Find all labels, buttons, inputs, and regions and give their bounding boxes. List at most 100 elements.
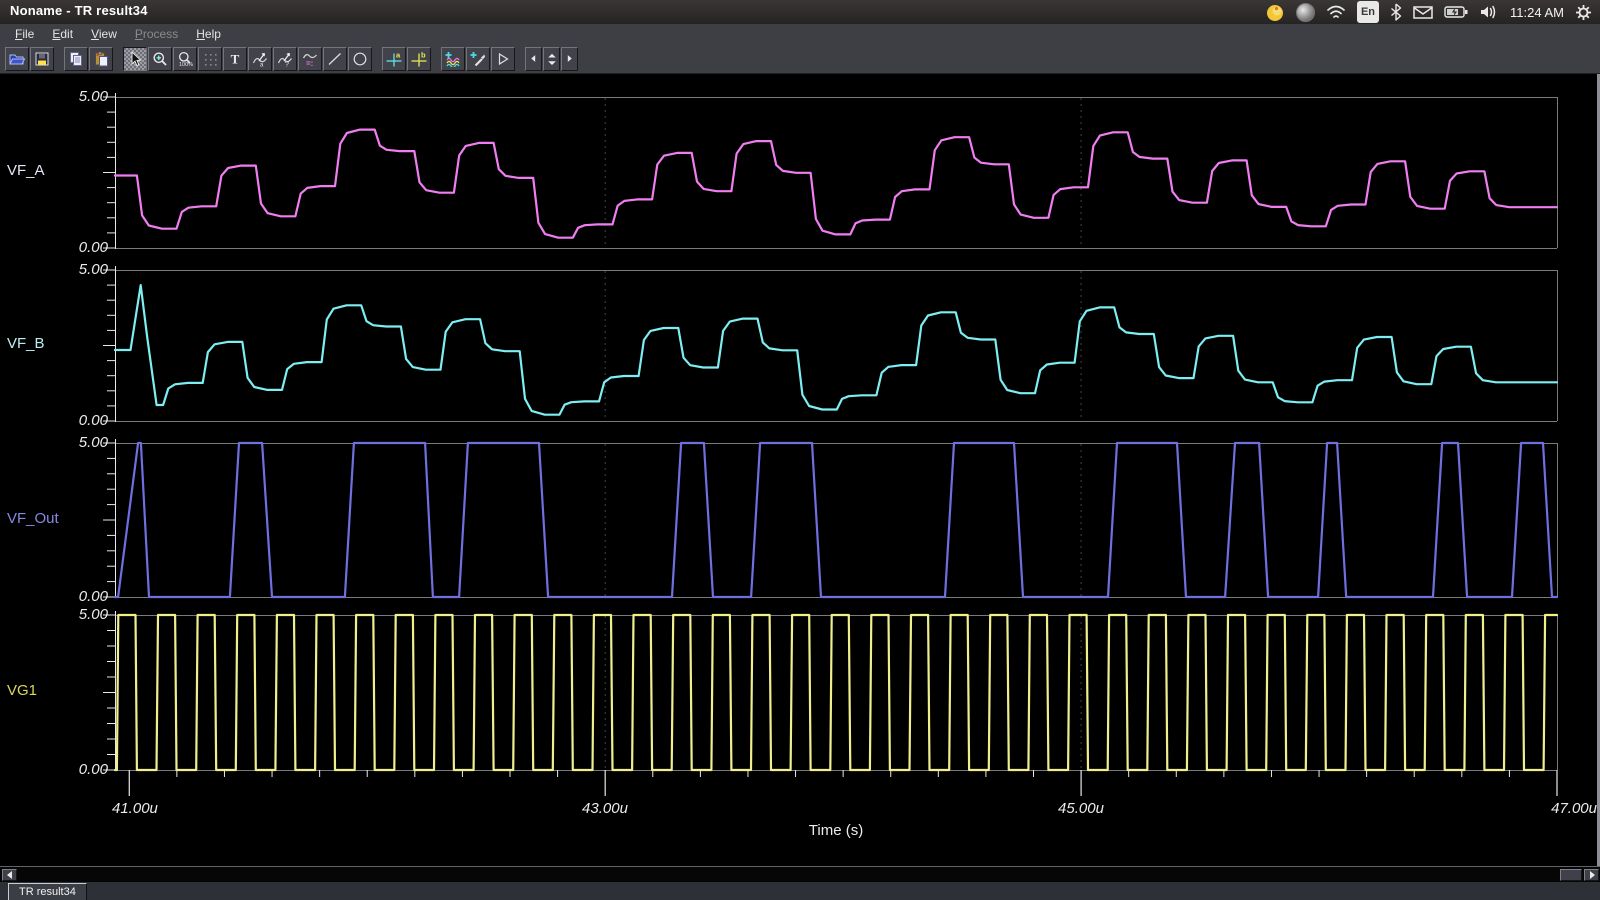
- play-icon: [495, 51, 511, 67]
- y-tick-label: 0.00: [28, 761, 108, 778]
- horizontal-scrollbar[interactable]: [0, 866, 1600, 882]
- curve-annotate-button[interactable]: a: [248, 47, 272, 71]
- cursor-b-icon: b: [411, 51, 427, 67]
- curve-annotate-icon: a: [252, 51, 268, 67]
- clock-indicator[interactable]: 11:24 AM: [1510, 2, 1564, 22]
- trace-label-vg1: VG1: [7, 682, 107, 699]
- menu-process[interactable]: Process: [126, 25, 187, 43]
- trace-label-vfout: VF_Out: [7, 510, 107, 527]
- save-button[interactable]: [30, 47, 54, 71]
- wifi-icon[interactable]: [1326, 2, 1346, 22]
- play-button[interactable]: [491, 47, 515, 71]
- mail-icon[interactable]: [1413, 2, 1433, 22]
- y-tick-label: 0.00: [28, 239, 108, 256]
- scroll-right-icon: [565, 54, 575, 64]
- sphere-icon[interactable]: [1296, 2, 1315, 22]
- toolbar-group: [5, 47, 55, 71]
- add-curves-icon: [445, 51, 461, 67]
- draw-ellipse-button[interactable]: [348, 47, 372, 71]
- trace-vf_a: [115, 130, 1557, 238]
- draw-line-icon: [327, 51, 343, 67]
- menu-edit[interactable]: Edit: [43, 25, 82, 43]
- scrollbar-right-button[interactable]: [1584, 869, 1599, 881]
- toolbar-group: 100% Ta? =:: [123, 47, 373, 71]
- toolbar: 100%Ta?=:ab: [0, 44, 1600, 74]
- menu-file[interactable]: File: [6, 25, 43, 43]
- battery-icon[interactable]: [1444, 2, 1468, 22]
- x-tick-label: 43.00u: [560, 800, 650, 817]
- scroll-spin-button[interactable]: [543, 47, 560, 71]
- svg-text:b: b: [421, 51, 426, 60]
- pick-color-icon: [470, 51, 486, 67]
- scroll-right-button[interactable]: [561, 47, 578, 71]
- paste-icon: [93, 51, 109, 67]
- text-icon: T: [227, 51, 243, 67]
- y-tick-label: 0.00: [28, 412, 108, 429]
- copy-button[interactable]: [64, 47, 88, 71]
- cursor-b-button[interactable]: b: [407, 47, 431, 71]
- app-duck-icon[interactable]: [1266, 2, 1285, 22]
- text-button[interactable]: T: [223, 47, 247, 71]
- zoom-out-button[interactable]: 100%: [173, 47, 197, 71]
- system-tray: En 11:24 AM: [1266, 0, 1592, 24]
- open-icon: [8, 51, 26, 67]
- curve-query-button[interactable]: ?: [273, 47, 297, 71]
- y-tick-label: 5.00: [28, 88, 108, 105]
- draw-line-button[interactable]: [323, 47, 347, 71]
- zoom-in-button[interactable]: [148, 47, 172, 71]
- scrollbar-left-button[interactable]: [2, 869, 17, 881]
- tab-tr-result34[interactable]: TR result34: [8, 883, 87, 900]
- menu-view[interactable]: View: [82, 25, 126, 43]
- scrollbar-thumb[interactable]: [1560, 869, 1582, 881]
- result-tab-bar: TR result34: [0, 882, 1600, 900]
- toolbar-group: [525, 47, 579, 71]
- zoom-in-icon: [152, 51, 168, 67]
- save-icon: [34, 51, 50, 67]
- draw-ellipse-icon: [352, 51, 368, 67]
- y-tick-label: 5.00: [28, 261, 108, 278]
- paste-button[interactable]: [89, 47, 113, 71]
- volume-icon[interactable]: [1479, 2, 1499, 22]
- svg-text:100%: 100%: [179, 62, 193, 67]
- toolbar-group: ab: [382, 47, 432, 71]
- svg-text:a: a: [260, 62, 264, 67]
- grid-icon: [202, 51, 218, 67]
- svg-text:a: a: [396, 51, 401, 60]
- select-cursor-button[interactable]: [123, 47, 147, 71]
- x-tick-label: 45.00u: [1036, 800, 1126, 817]
- scroll-spin-icon: [546, 49, 558, 69]
- svg-text:T: T: [231, 51, 240, 66]
- toolbar-group: [64, 47, 114, 71]
- curve-formula-icon: =:: [302, 51, 318, 67]
- scroll-left-icon: [529, 54, 539, 64]
- x-axis-title: Time (s): [736, 822, 936, 839]
- menu-bar: FileEditViewProcessHelp: [0, 24, 1600, 44]
- toolbar-group: [441, 47, 516, 71]
- scroll-left-button[interactable]: [525, 47, 542, 71]
- curve-query-icon: ?: [277, 51, 293, 67]
- y-tick-label: 5.00: [28, 606, 108, 623]
- trace-vf_b: [115, 285, 1557, 415]
- waveform-canvas[interactable]: [0, 74, 1600, 866]
- pick-color-button[interactable]: [466, 47, 490, 71]
- svg-text:?: ?: [285, 61, 289, 67]
- session-gear-icon[interactable]: [1575, 2, 1592, 22]
- select-cursor-icon: [127, 51, 143, 67]
- window-title: Noname - TR result34: [10, 3, 148, 18]
- menu-help[interactable]: Help: [187, 25, 230, 43]
- grid-button[interactable]: [198, 47, 222, 71]
- keyboard-layout-indicator[interactable]: En: [1357, 1, 1379, 23]
- cursor-a-icon: a: [386, 51, 402, 67]
- add-curves-button[interactable]: [441, 47, 465, 71]
- y-tick-label: 0.00: [28, 588, 108, 605]
- waveform-plot-area[interactable]: VF_A VF_B VF_Out VG1 5.00 0.00 5.00 0.00…: [0, 74, 1600, 866]
- bluetooth-icon[interactable]: [1390, 2, 1402, 22]
- x-tick-label: 41.00u: [112, 800, 192, 817]
- title-bar: Noname - TR result34 En 11:24 AM: [0, 0, 1600, 24]
- cursor-a-button[interactable]: a: [382, 47, 406, 71]
- trace-vg1: [115, 615, 1557, 770]
- zoom-out-icon: 100%: [177, 51, 193, 67]
- curve-formula-button[interactable]: =:: [298, 47, 322, 71]
- y-tick-label: 5.00: [28, 434, 108, 451]
- open-button[interactable]: [5, 47, 29, 71]
